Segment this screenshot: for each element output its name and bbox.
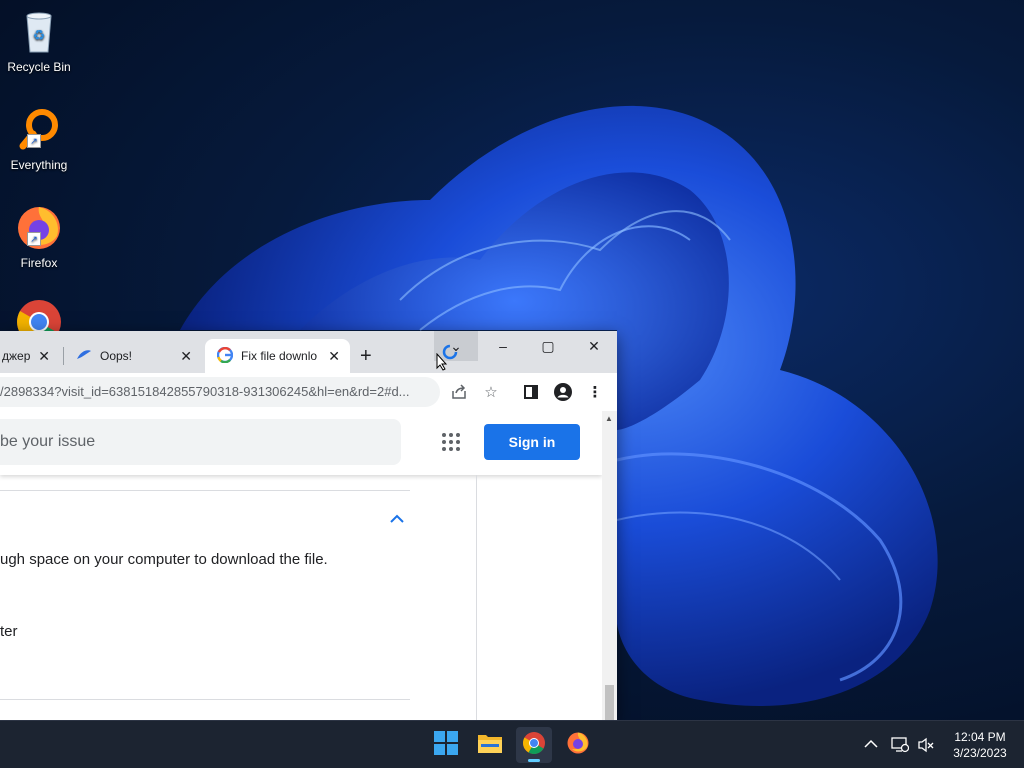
more-menu-icon[interactable]: ⋮	[585, 382, 605, 402]
tab-label: Oops!	[100, 349, 133, 363]
volume-muted-icon[interactable]	[917, 721, 935, 768]
clock-time: 12:04 PM	[954, 730, 1006, 744]
firefox-icon: ↗	[15, 204, 63, 252]
svg-text:♻: ♻	[33, 27, 46, 43]
side-panel-icon[interactable]	[521, 382, 541, 402]
chrome-browser-window[interactable]: джер ✕ Oops! ✕ Fix file downlo ✕ + ⌄ – ▢…	[0, 331, 617, 720]
system-clock[interactable]: 12:04 PM 3/23/2023	[942, 729, 1018, 761]
article-text-line: ugh space on your computer to download t…	[0, 551, 328, 568]
firefox-icon	[566, 731, 590, 760]
active-app-indicator	[528, 759, 540, 762]
desktop-icon-label: Everything	[10, 158, 68, 172]
chrome-icon	[522, 731, 546, 760]
sign-in-button[interactable]: Sign in	[484, 424, 580, 460]
shortcut-arrow-icon: ↗	[27, 232, 41, 246]
desktop-icon-firefox[interactable]: ↗ Firefox	[2, 204, 76, 270]
minimize-button[interactable]: –	[480, 331, 526, 361]
share-icon[interactable]	[449, 382, 469, 402]
network-status-icon[interactable]	[891, 721, 909, 768]
scrollbar-thumb[interactable]	[605, 685, 614, 720]
content-column-rule	[476, 475, 477, 720]
close-window-button[interactable]: ✕	[571, 331, 617, 361]
taskbar-file-explorer[interactable]	[472, 727, 508, 763]
new-tab-button[interactable]: +	[360, 345, 372, 368]
google-g-icon	[205, 346, 241, 366]
close-tab-icon[interactable]: ✕	[38, 348, 60, 365]
desktop-icon-recycle-bin[interactable]: ♻ Recycle Bin	[2, 8, 76, 74]
search-placeholder: be your issue	[0, 433, 96, 450]
tab-label: Fix file downlo	[241, 349, 318, 363]
close-tab-icon[interactable]: ✕	[180, 348, 202, 365]
loading-spinner-icon	[442, 344, 458, 365]
section-divider	[0, 699, 410, 700]
oops-site-icon	[66, 349, 100, 364]
show-hidden-icons-button[interactable]	[864, 721, 878, 768]
start-button[interactable]	[428, 727, 464, 763]
taskbar-chrome[interactable]	[516, 727, 552, 763]
tab-strip: джер ✕ Oops! ✕ Fix file downlo ✕ + ⌄ – ▢…	[0, 331, 617, 373]
chevron-up-icon[interactable]	[390, 511, 404, 527]
scroll-up-arrow-icon[interactable]: ▲	[605, 414, 613, 423]
web-page-content: be your issue Sign in ugh space on your …	[0, 411, 602, 720]
article-text-line: ter	[0, 623, 18, 640]
shortcut-arrow-icon: ↗	[27, 134, 41, 148]
folder-icon	[477, 732, 503, 759]
page-scrollbar[interactable]: ▲	[602, 411, 617, 720]
profile-icon[interactable]	[553, 382, 573, 402]
desktop-icon-label: Firefox	[20, 256, 58, 270]
minimize-icon: –	[499, 338, 507, 354]
bookmark-star-icon[interactable]: ☆	[481, 382, 501, 402]
chevron-up-icon	[864, 738, 878, 752]
tab-label: джер	[2, 349, 31, 363]
page-header: be your issue Sign in	[0, 411, 602, 475]
desktop-icon-label: Recycle Bin	[7, 60, 71, 74]
tab-oops[interactable]: Oops! ✕	[66, 339, 202, 373]
search-issue-input[interactable]: be your issue	[0, 419, 401, 465]
tab-fix-file-download[interactable]: Fix file downlo ✕	[205, 339, 350, 373]
address-bar[interactable]: /2898334?visit_id=638151842855790318-931…	[0, 377, 440, 407]
recycle-bin-icon: ♻	[15, 8, 63, 56]
desktop-icon-everything[interactable]: ↗ Everything	[2, 106, 76, 172]
section-divider	[0, 490, 410, 491]
taskbar: 12:04 PM 3/23/2023	[0, 720, 1024, 768]
maximize-icon: ▢	[541, 337, 555, 354]
clock-date: 3/23/2023	[953, 746, 1007, 760]
tab-inactive-1[interactable]: джер ✕	[0, 339, 60, 373]
taskbar-firefox[interactable]	[560, 727, 596, 763]
everything-search-icon: ↗	[15, 106, 63, 154]
windows-start-icon	[434, 730, 458, 760]
close-icon: ✕	[588, 337, 600, 354]
browser-toolbar: /2898334?visit_id=638151842855790318-931…	[0, 373, 617, 412]
google-apps-icon[interactable]	[442, 433, 460, 451]
url-text: /2898334?visit_id=638151842855790318-931…	[0, 384, 410, 399]
maximize-button[interactable]: ▢	[525, 331, 571, 361]
close-tab-icon[interactable]: ✕	[328, 348, 350, 365]
tab-separator	[63, 347, 64, 365]
